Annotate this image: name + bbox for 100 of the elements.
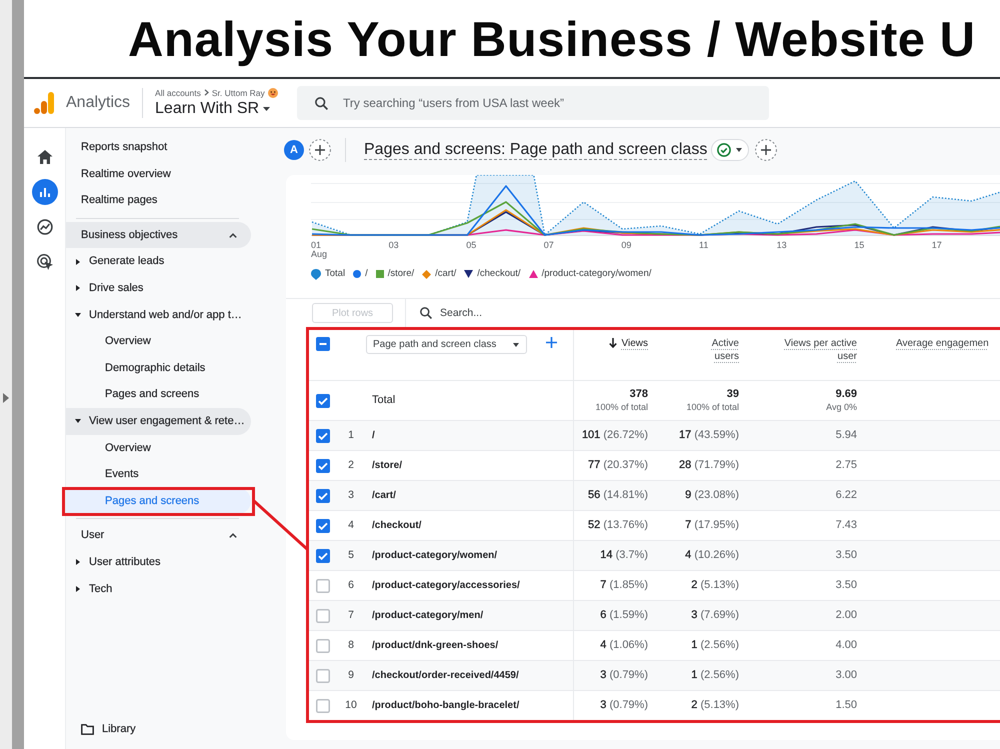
target-cursor-icon[interactable] xyxy=(36,254,52,270)
axis-label: 13 xyxy=(776,240,787,250)
legend-label: /store/ xyxy=(388,266,414,281)
page-path: /checkout/ xyxy=(372,519,422,533)
page-path: /checkout/order-received/4459/ xyxy=(372,669,519,683)
column-header[interactable]: Average engagemen xyxy=(896,337,989,350)
comparison-avatar[interactable]: A xyxy=(284,140,304,160)
legend-label: /product-category/women/ xyxy=(542,266,652,281)
bar-chart-icon[interactable] xyxy=(32,178,58,204)
bar-logo-icon xyxy=(34,92,54,114)
column-header[interactable]: Views per active user xyxy=(771,337,857,363)
row-checkbox[interactable] xyxy=(316,668,330,682)
home-icon[interactable] xyxy=(36,148,52,164)
caret-down-icon xyxy=(736,148,742,152)
status-dropdown[interactable] xyxy=(711,139,750,161)
nav-group[interactable]: Drive sales xyxy=(66,274,251,302)
metric-value: 101 (26.72%) xyxy=(582,428,648,444)
nav-link[interactable]: Overview xyxy=(66,434,251,462)
metric-value: 6.22 xyxy=(836,488,857,504)
breadcrumb-link[interactable]: All accounts xyxy=(155,88,201,98)
nav-link[interactable]: Pages and screens xyxy=(66,381,251,408)
row-checkbox[interactable] xyxy=(316,458,330,472)
metric-value: 1 (2.56%) xyxy=(691,638,739,654)
column-header[interactable]: Active users xyxy=(699,337,739,363)
trend-circle-icon[interactable] xyxy=(36,218,52,234)
nav-link[interactable]: Demographic details xyxy=(66,354,251,382)
plus-circle-icon[interactable] xyxy=(309,139,331,161)
axis-label: 07 xyxy=(544,240,554,250)
nav-group[interactable]: Generate leads xyxy=(66,248,251,275)
metric-value: 7.43 xyxy=(836,518,857,534)
row-rank: 5 xyxy=(348,548,354,563)
metric-value: 1 (2.56%) xyxy=(691,668,739,684)
library-link[interactable]: Library xyxy=(66,716,251,743)
metric-value: 3 (7.69%) xyxy=(691,608,739,624)
row-checkbox[interactable] xyxy=(316,518,330,532)
axis-label: 11 xyxy=(699,240,708,250)
row-checkbox[interactable] xyxy=(316,638,330,652)
plus-circle-icon[interactable] xyxy=(755,139,778,161)
search-icon xyxy=(315,96,328,110)
nav-group[interactable]: Understand web and/or app t… xyxy=(66,302,251,328)
metric-value: 17 (43.59%) xyxy=(679,428,739,444)
legend-label: /checkout/ xyxy=(477,266,521,281)
metric-value: 1.50 xyxy=(836,698,857,714)
section-header[interactable]: Business objectives xyxy=(66,222,251,248)
metric-value: 5.94 xyxy=(836,428,857,444)
metric-value: 7 (17.95%) xyxy=(685,518,739,534)
breadcrumb-link[interactable]: Sr. Uttom Ray xyxy=(212,88,265,98)
nav-link[interactable]: Reports snapshot xyxy=(66,134,251,161)
slide-title: Analysis Your Business / Website U xyxy=(128,12,976,68)
row-checkbox[interactable] xyxy=(316,488,330,502)
nav-group[interactable]: Tech xyxy=(66,576,251,602)
row-checkbox[interactable] xyxy=(316,428,330,442)
legend-label: /cart/ xyxy=(435,266,456,281)
metric-value: 4 (10.26%) xyxy=(685,548,739,564)
legend-label: Total xyxy=(325,266,346,281)
metric-value: 14 (3.7%) xyxy=(600,548,648,564)
property-selector[interactable]: Learn With SR xyxy=(155,99,286,118)
axis-label: 15 xyxy=(854,240,864,250)
nav-link[interactable]: Realtime pages xyxy=(66,187,251,214)
page-path: /product-category/men/ xyxy=(372,609,484,623)
row-checkbox[interactable] xyxy=(316,548,330,562)
row-rank: 4 xyxy=(348,518,354,533)
product-name: Analytics xyxy=(66,93,130,113)
legend-label: / xyxy=(365,266,368,281)
total-value: 9.69 xyxy=(836,389,857,400)
metric-value: 3 (0.79%) xyxy=(600,668,648,684)
metric-value: 3.50 xyxy=(836,548,857,564)
total-label: Total xyxy=(372,393,396,408)
nav-group[interactable]: User attributes xyxy=(66,548,251,576)
plus-icon[interactable] xyxy=(546,337,557,348)
dimension-dropdown[interactable]: Page path and screen class xyxy=(366,335,527,354)
nav-group[interactable]: View user engagement & rete… xyxy=(66,408,251,435)
select-all-checkbox[interactable] xyxy=(316,337,330,351)
search-field[interactable]: Try searching “users from USA last week” xyxy=(297,86,770,120)
nav-link[interactable]: Overview xyxy=(66,328,251,355)
metric-value: 2 (5.13%) xyxy=(691,698,739,714)
metric-value: 3.50 xyxy=(836,578,857,594)
row-rank: 6 xyxy=(348,578,354,593)
page-path: /store/ xyxy=(372,459,402,473)
nav-link[interactable]: Events xyxy=(66,461,251,488)
row-checkbox[interactable] xyxy=(316,578,330,592)
metric-value: 3 (0.79%) xyxy=(600,698,648,714)
row-rank: 8 xyxy=(348,638,354,653)
row-checkbox[interactable] xyxy=(316,698,330,712)
page-path: /product/dnk-green-shoes/ xyxy=(372,639,498,653)
triangle-right-icon xyxy=(3,393,9,403)
axis-label: 17 xyxy=(932,240,942,250)
row-checkbox[interactable] xyxy=(316,394,330,408)
column-header[interactable]: Views xyxy=(622,337,648,350)
caret-down-icon xyxy=(513,342,519,346)
metric-value: 2.75 xyxy=(836,458,857,474)
table-search-field[interactable]: Search... xyxy=(420,304,640,322)
report-title[interactable]: Pages and screens: Page path and screen class xyxy=(364,140,708,160)
row-checkbox[interactable] xyxy=(316,608,330,622)
chevron-right-icon xyxy=(204,89,209,96)
metric-value: 4 (1.06%) xyxy=(600,638,648,654)
nav-link[interactable]: Realtime overview xyxy=(66,160,251,188)
section-header[interactable]: User xyxy=(66,522,251,549)
row-rank: 3 xyxy=(348,488,354,503)
total-share: 100% of total xyxy=(686,403,739,412)
